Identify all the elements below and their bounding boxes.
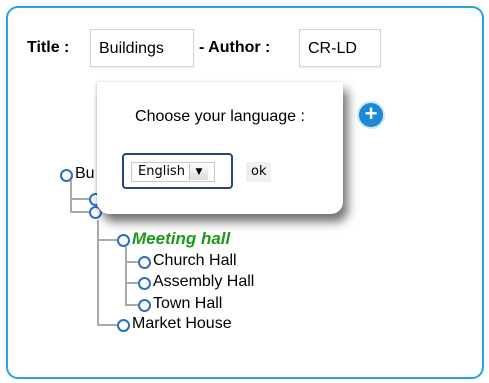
plus-circle-icon[interactable]: +	[357, 101, 385, 129]
tree-node-label-church-hall[interactable]: Church Hall	[153, 252, 237, 270]
tree-node-circle[interactable]	[117, 319, 130, 332]
tree-connector	[97, 239, 117, 241]
tree-node-label-market-house[interactable]: Market House	[132, 315, 232, 333]
author-field[interactable]: CR-LD	[299, 29, 381, 67]
tree-connector	[70, 198, 90, 200]
title-field[interactable]: Buildings	[90, 29, 194, 67]
tree-connector	[125, 304, 139, 306]
tree-connector	[97, 220, 99, 325]
language-selected-value: English	[138, 164, 185, 179]
tree-connector	[97, 324, 117, 326]
tree-connector	[125, 282, 139, 284]
tree-connector	[70, 180, 72, 212]
language-select[interactable]: English ▼	[122, 153, 233, 189]
ok-button[interactable]: ok	[246, 162, 272, 182]
tree-node-label-assembly-hall[interactable]: Assembly Hall	[153, 273, 254, 291]
tree-node-label-town-hall[interactable]: Town Hall	[153, 295, 222, 313]
author-label: - Author :	[199, 39, 271, 56]
tree-node-label-meeting-hall[interactable]: Meeting hall	[132, 229, 230, 249]
tree-node-circle[interactable]	[117, 234, 130, 247]
language-select-inner[interactable]: English ▼	[131, 162, 215, 182]
tree-node-label-root[interactable]: Bu	[75, 165, 95, 183]
tree-connector	[70, 211, 90, 213]
language-dialog: Choose your language : English ▼ ok	[97, 82, 343, 214]
tree-node-circle[interactable]	[60, 169, 73, 182]
tree-node-circle[interactable]	[138, 277, 151, 290]
tree-connector	[125, 247, 127, 305]
tree-node-circle[interactable]	[138, 256, 151, 269]
title-label: Title :	[27, 39, 70, 56]
language-prompt: Choose your language :	[135, 108, 305, 125]
tree-connector	[125, 261, 139, 263]
dropdown-arrow-icon[interactable]: ▼	[188, 164, 208, 180]
tree-node-circle[interactable]	[138, 299, 151, 312]
